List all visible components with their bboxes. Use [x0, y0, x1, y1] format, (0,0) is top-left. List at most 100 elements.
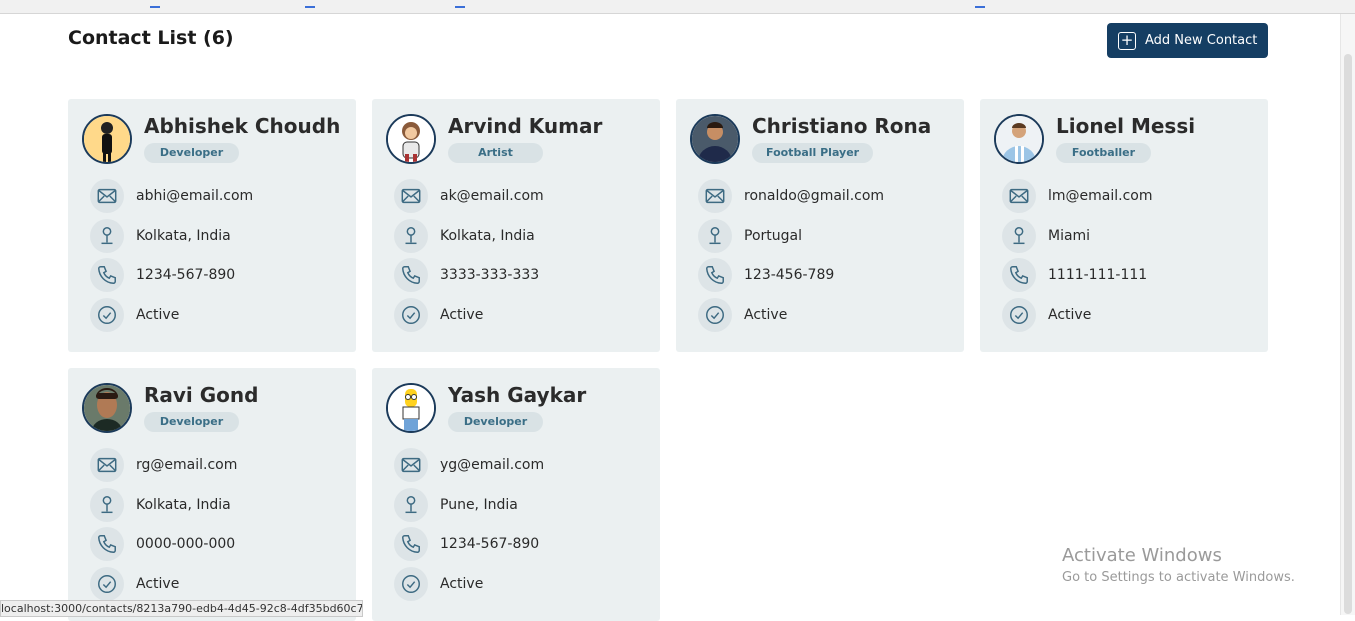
mail-icon: [394, 179, 428, 213]
check-circle-icon: [394, 567, 428, 601]
page-scrollbar[interactable]: [1340, 14, 1355, 615]
avatar: [82, 383, 132, 433]
phone-icon: [90, 527, 124, 561]
contact-name: Ravi Gond: [144, 383, 259, 407]
phone-icon: [90, 258, 124, 292]
location-text: Pune, India: [440, 497, 518, 513]
phone-icon: [394, 258, 428, 292]
location-text: Miami: [1048, 228, 1091, 244]
watermark-title: Activate Windows: [1062, 545, 1222, 566]
contact-card[interactable]: Ravi Gond Developer rg@email.com Kolkata…: [68, 368, 356, 621]
phone-text: 1234-567-890: [136, 267, 236, 283]
location-pin-icon: [1002, 219, 1036, 253]
avatar: [386, 114, 436, 164]
mail-icon: [698, 179, 732, 213]
email-text: rg@email.com: [136, 457, 238, 473]
location-text: Kolkata, India: [136, 228, 231, 244]
phone-row: 3333-333-333: [394, 258, 539, 292]
email-text: ronaldo@gmail.com: [744, 188, 885, 204]
contact-card[interactable]: Christiano Rona Football Player ronaldo@…: [676, 99, 964, 352]
email-row: ak@email.com: [394, 179, 544, 213]
contact-card[interactable]: Lionel Messi Footballer lm@email.com Mia…: [980, 99, 1268, 352]
email-row: abhi@email.com: [90, 179, 253, 213]
status-bar-url: localhost:3000/contacts/8213a790-edb4-4d…: [0, 600, 363, 617]
role-badge: Developer: [448, 412, 543, 432]
contact-name: Yash Gaykar: [448, 383, 587, 407]
phone-row: 123-456-789: [698, 258, 834, 292]
location-row: Portugal: [698, 219, 802, 253]
location-row: Miami: [1002, 219, 1090, 253]
contact-name: Christiano Rona: [752, 114, 932, 138]
add-new-contact-button[interactable]: + Add New Contact: [1107, 23, 1268, 58]
phone-row: 1111-111-111: [1002, 258, 1147, 292]
check-circle-icon: [90, 567, 124, 601]
avatar: [994, 114, 1044, 164]
email-row: lm@email.com: [1002, 179, 1153, 213]
role-badge: Footballer: [1056, 143, 1151, 163]
email-text: abhi@email.com: [136, 188, 254, 204]
phone-icon: [698, 258, 732, 292]
status-row: Active: [90, 567, 179, 601]
email-row: ronaldo@gmail.com: [698, 179, 884, 213]
phone-row: 0000-000-000: [90, 527, 235, 561]
windows-activation-watermark: Activate Windows Go to Settings to activ…: [1062, 545, 1295, 585]
phone-text: 1234-567-890: [440, 536, 540, 552]
contact-card[interactable]: Abhishek Choudh Developer abhi@email.com…: [68, 99, 356, 352]
location-pin-icon: [394, 219, 428, 253]
phone-text: 123-456-789: [744, 267, 835, 283]
mail-icon: [90, 179, 124, 213]
location-row: Pune, India: [394, 488, 518, 522]
mail-icon: [90, 448, 124, 482]
check-circle-icon: [90, 298, 124, 332]
phone-row: 1234-567-890: [90, 258, 235, 292]
mail-icon: [394, 448, 428, 482]
check-circle-icon: [698, 298, 732, 332]
mail-icon: [1002, 179, 1036, 213]
check-circle-icon: [394, 298, 428, 332]
email-row: yg@email.com: [394, 448, 544, 482]
role-badge: Artist: [448, 143, 543, 163]
email-text: ak@email.com: [440, 188, 544, 204]
contact-card[interactable]: Arvind Kumar Artist ak@email.com Kolkata…: [372, 99, 660, 352]
contact-grid: Abhishek Choudh Developer abhi@email.com…: [68, 99, 1268, 621]
location-row: Kolkata, India: [90, 488, 231, 522]
phone-row: 1234-567-890: [394, 527, 539, 561]
status-row: Active: [90, 298, 179, 332]
phone-text: 3333-333-333: [440, 267, 540, 283]
status-text: Active: [440, 307, 484, 323]
location-row: Kolkata, India: [90, 219, 231, 253]
avatar: [690, 114, 740, 164]
location-pin-icon: [90, 219, 124, 253]
contact-card[interactable]: Yash Gaykar Developer yg@email.com Pune,…: [372, 368, 660, 621]
role-badge: Developer: [144, 143, 239, 163]
location-text: Portugal: [744, 228, 802, 244]
contact-name: Lionel Messi: [1056, 114, 1196, 138]
status-row: Active: [394, 567, 483, 601]
role-badge: Developer: [144, 412, 239, 432]
page-title: Contact List (6): [68, 27, 234, 49]
phone-text: 1111-111-111: [1048, 267, 1148, 283]
phone-text: 0000-000-000: [136, 536, 236, 552]
location-pin-icon: [394, 488, 428, 522]
email-text: yg@email.com: [440, 457, 545, 473]
phone-icon: [394, 527, 428, 561]
location-text: Kolkata, India: [136, 497, 231, 513]
status-text: Active: [1048, 307, 1092, 323]
status-text: Active: [136, 576, 180, 592]
role-badge: Football Player: [752, 143, 874, 163]
email-row: rg@email.com: [90, 448, 237, 482]
status-row: Active: [1002, 298, 1091, 332]
status-text: Active: [744, 307, 788, 323]
phone-icon: [1002, 258, 1036, 292]
watermark-subtitle: Go to Settings to activate Windows.: [1062, 570, 1295, 585]
location-pin-icon: [90, 488, 124, 522]
contact-name: Arvind Kumar: [448, 114, 603, 138]
status-row: Active: [394, 298, 483, 332]
status-text: Active: [136, 307, 180, 323]
location-pin-icon: [698, 219, 732, 253]
status-row: Active: [698, 298, 787, 332]
add-new-contact-label: Add New Contact: [1145, 33, 1258, 48]
browser-bookmarks-strip: [0, 0, 1355, 14]
location-row: Kolkata, India: [394, 219, 535, 253]
scrollbar-thumb[interactable]: [1344, 54, 1352, 614]
